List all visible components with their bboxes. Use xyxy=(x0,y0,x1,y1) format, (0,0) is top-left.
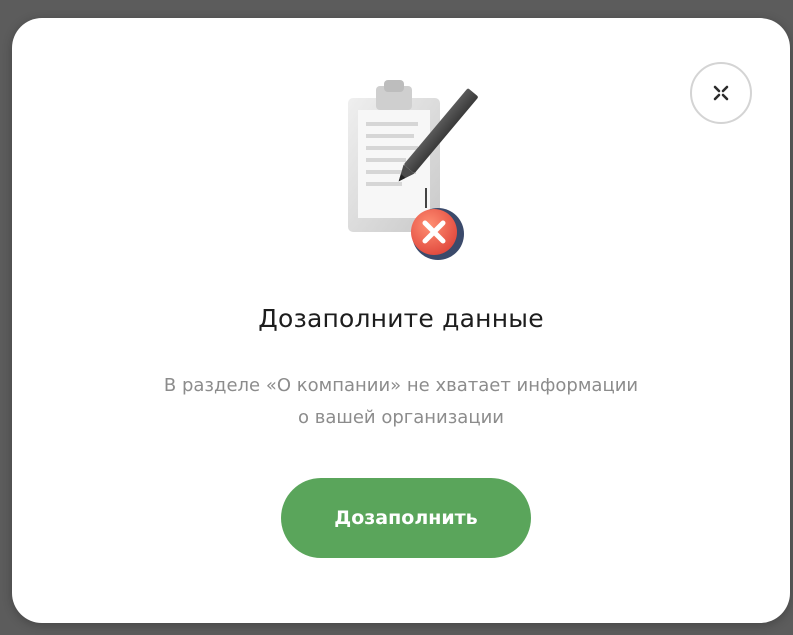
description-line: о вашей организации xyxy=(298,407,504,428)
description-line: В разделе «О компании» не хватает информ… xyxy=(163,375,639,396)
complete-data-button[interactable]: Дозаполнить xyxy=(281,478,531,558)
dialog-description: В разделе «О компании» не хватает информ… xyxy=(12,370,790,434)
close-icon xyxy=(713,85,729,101)
close-button[interactable] xyxy=(690,62,752,124)
dialog-title: Дозаполните данные xyxy=(258,304,544,333)
incomplete-data-dialog: Дозаполните данные В разделе «О компании… xyxy=(12,18,790,623)
clipboard-error-icon xyxy=(348,80,478,260)
